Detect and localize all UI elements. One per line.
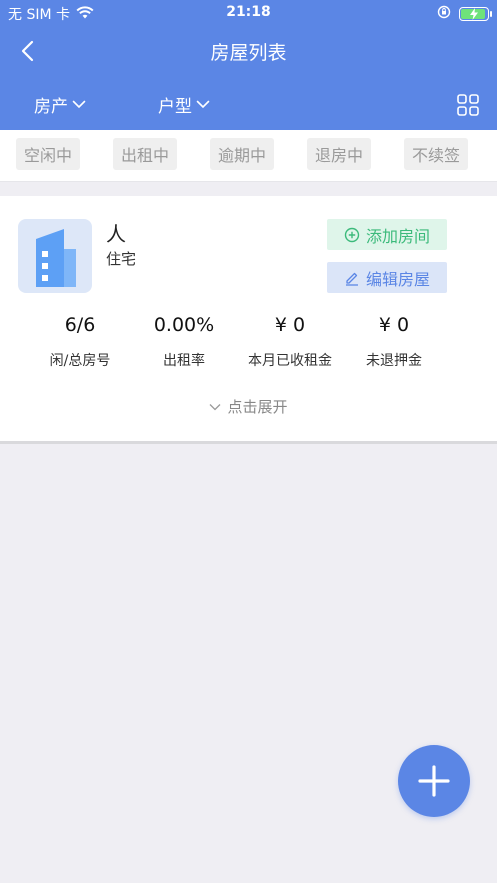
- filter-bar: 房产 户型: [0, 84, 497, 124]
- tab-checking-out[interactable]: 退房中: [307, 138, 371, 170]
- add-house-button[interactable]: [398, 745, 470, 817]
- stat-value: ¥ 0: [274, 314, 306, 336]
- house-card[interactable]: 人 住宅 添加房间 编辑房屋 6/6 闲/总房号 0.00% 出租率 ¥ 0 本…: [0, 196, 497, 444]
- battery-icon: [459, 7, 492, 21]
- filter-property-label: 房产: [34, 97, 68, 117]
- stat-label: 本月已收租金: [248, 353, 332, 369]
- stat-value: 6/6: [64, 314, 96, 336]
- tab-not-renewing[interactable]: 不续签: [404, 138, 468, 170]
- stat-value: 0.00%: [153, 314, 215, 336]
- expand-button[interactable]: 点击展开: [0, 396, 497, 417]
- stat-rent-collected: ¥ 0 本月已收租金: [230, 314, 350, 370]
- house-stats: 6/6 闲/总房号 0.00% 出租率 ¥ 0 本月已收租金 ¥ 0 未退押金: [0, 314, 497, 374]
- stat-deposit-unreturned: ¥ 0 未退押金: [334, 314, 454, 370]
- stat-vacant-total: 6/6 闲/总房号: [20, 314, 140, 370]
- plus-icon: [418, 765, 450, 797]
- chevron-down-icon: [210, 403, 221, 410]
- page-title: 房屋列表: [210, 42, 287, 64]
- plus-circle-icon: [344, 227, 360, 242]
- status-tabs: 空闲中 出租中 逾期中 退房中 不续签: [0, 130, 497, 182]
- pencil-icon: [345, 272, 358, 286]
- stat-label: 出租率: [163, 353, 205, 369]
- filter-property[interactable]: 房产: [34, 92, 86, 117]
- navbar: 房屋列表: [0, 26, 497, 76]
- chevron-down-icon: [72, 100, 86, 109]
- filter-layout-label: 户型: [158, 97, 192, 117]
- house-type: 住宅: [106, 250, 137, 268]
- stat-occupancy-rate: 0.00% 出租率: [124, 314, 244, 370]
- stat-value: ¥ 0: [378, 314, 410, 336]
- tab-renting[interactable]: 出租中: [113, 138, 177, 170]
- add-room-label: 添加房间: [365, 226, 430, 246]
- status-bar: 无 SIM 卡 21:18: [0, 0, 497, 26]
- house-name: 人: [106, 222, 126, 246]
- grid-view-button[interactable]: [457, 94, 479, 116]
- status-right: [437, 5, 492, 23]
- building-icon: [18, 219, 92, 293]
- chevron-down-icon: [196, 100, 210, 109]
- grid-icon: [457, 94, 479, 116]
- add-room-button[interactable]: 添加房间: [327, 219, 447, 250]
- tab-vacant[interactable]: 空闲中: [16, 138, 80, 170]
- filter-layout[interactable]: 户型: [158, 92, 210, 117]
- edit-house-label: 编辑房屋: [365, 269, 430, 289]
- stat-label: 闲/总房号: [49, 353, 111, 369]
- status-time: 21:18: [226, 4, 271, 20]
- tab-overdue[interactable]: 逾期中: [210, 138, 274, 170]
- stat-label: 未退押金: [366, 353, 422, 369]
- expand-label: 点击展开: [227, 398, 288, 416]
- orientation-lock-icon: [437, 5, 451, 23]
- edit-house-button[interactable]: 编辑房屋: [327, 262, 447, 293]
- header: 无 SIM 卡 21:18 房屋列表 房产 户型: [0, 0, 497, 130]
